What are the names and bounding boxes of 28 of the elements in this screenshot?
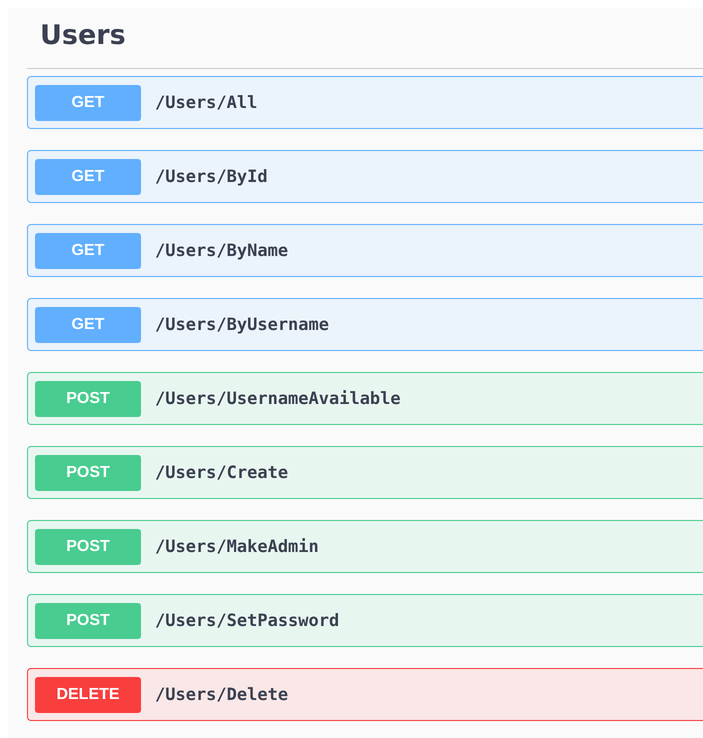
method-badge: POST	[35, 528, 141, 564]
method-badge: DELETE	[35, 676, 141, 712]
endpoint-path: /Users/Create	[155, 462, 288, 482]
endpoint-path: /Users/ById	[155, 166, 268, 186]
endpoint-row[interactable]: GET /Users/ByUsername	[27, 298, 703, 351]
endpoint-path: /Users/ByName	[155, 240, 288, 260]
endpoint-row[interactable]: POST /Users/Create	[27, 446, 703, 499]
endpoint-row[interactable]: POST /Users/MakeAdmin	[27, 520, 703, 573]
endpoint-row[interactable]: POST /Users/UsernameAvailable	[27, 372, 703, 425]
method-badge: POST	[35, 602, 141, 638]
endpoint-path: /Users/All	[155, 92, 258, 112]
method-badge: GET	[35, 84, 141, 120]
endpoint-path: /Users/MakeAdmin	[155, 536, 319, 556]
endpoint-path: /Users/ByUsername	[155, 314, 329, 334]
method-badge: POST	[35, 454, 141, 490]
endpoint-row[interactable]: DELETE /Users/Delete	[27, 668, 703, 721]
endpoint-row[interactable]: GET /Users/All	[27, 76, 703, 129]
method-badge: GET	[35, 158, 141, 194]
method-badge: POST	[35, 380, 141, 416]
endpoint-row[interactable]: POST /Users/SetPassword	[27, 594, 703, 647]
endpoint-path: /Users/Delete	[155, 684, 288, 704]
endpoint-row[interactable]: GET /Users/ByName	[27, 224, 703, 277]
method-badge: GET	[35, 232, 141, 268]
endpoint-path: /Users/SetPassword	[155, 610, 340, 630]
section-title[interactable]: Users	[27, 8, 703, 56]
endpoint-row[interactable]: GET /Users/ById	[27, 150, 703, 203]
endpoint-path: /Users/UsernameAvailable	[155, 388, 401, 408]
method-badge: GET	[35, 306, 141, 342]
